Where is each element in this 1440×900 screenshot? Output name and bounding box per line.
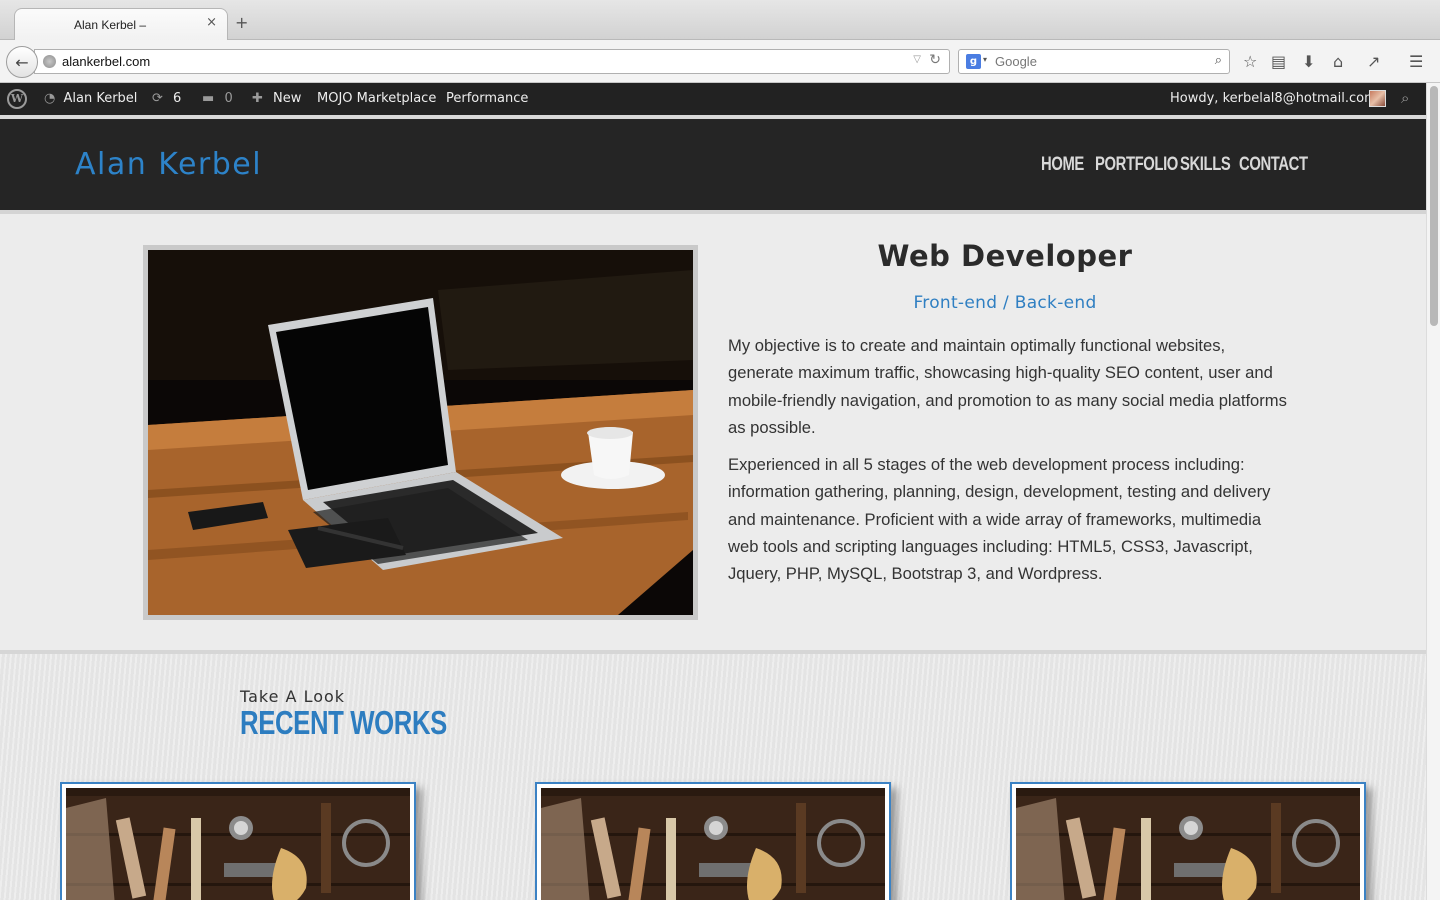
tools-photo	[1016, 788, 1360, 900]
about-subtitle: Front-end / Back-end	[913, 293, 1097, 313]
admin-mojo[interactable]: MOJO Marketplace	[317, 91, 436, 106]
experience-paragraph: Experienced in all 5 stages of the web d…	[728, 455, 1271, 584]
search-icon[interactable]: ⌕	[1401, 89, 1409, 107]
wp-admin-bar: W ◔ Alan Kerbel ⟳ 6 ▬ 0 ✚ New MOJO Marke…	[0, 83, 1426, 115]
page-scrollbar[interactable]	[1426, 83, 1440, 900]
new-tab-button[interactable]: +	[235, 13, 248, 32]
plus-icon: ✚	[252, 91, 263, 106]
about-title: Web Developer	[877, 239, 1133, 273]
recent-works-section: Take A Look RECENT WORKS	[0, 654, 1426, 900]
download-icon[interactable]: ⬇	[1302, 52, 1315, 71]
avatar[interactable]	[1369, 90, 1386, 107]
nav-skills[interactable]: SKILLS	[1180, 154, 1231, 176]
search-bar[interactable]: g ▾ Google ⌕	[958, 49, 1230, 74]
search-icon[interactable]: ⌕	[1215, 53, 1222, 68]
menu-icon[interactable]: ☰	[1409, 52, 1423, 71]
objective-paragraph: My objective is to create and maintain o…	[728, 336, 1287, 437]
site-title[interactable]: Alan Kerbel	[75, 147, 262, 182]
admin-site-name: Alan Kerbel	[63, 91, 138, 106]
comment-icon: ▬	[202, 91, 215, 106]
admin-comments[interactable]: ▬ 0	[202, 91, 233, 106]
wordpress-logo-icon[interactable]: W	[7, 89, 27, 109]
home-icon[interactable]: ⌂	[1333, 52, 1343, 71]
updates-count: 6	[173, 91, 182, 106]
refresh-icon: ⟳	[152, 91, 163, 106]
work-card[interactable]	[1010, 782, 1366, 900]
nav-home[interactable]: HOME	[1041, 154, 1084, 176]
close-icon[interactable]: ×	[206, 15, 217, 30]
about-section: Web Developer Front-end / Back-end My ob…	[0, 214, 1426, 650]
admin-updates[interactable]: ⟳ 6	[152, 91, 181, 106]
tools-photo	[541, 788, 885, 900]
reload-icon[interactable]: ↻	[929, 52, 941, 68]
address-bar[interactable]: alankerbel.com ▽ ↻	[34, 49, 950, 74]
scrollbar-thumb[interactable]	[1430, 86, 1438, 326]
browser-tab-strip: Alan Kerbel – × +	[0, 0, 1440, 41]
browser-toolbar: alankerbel.com ▽ ↻ ← g ▾ Google ⌕ ☆ ▤ ⬇ …	[0, 40, 1440, 83]
bookmarks-list-icon[interactable]: ▤	[1271, 52, 1286, 71]
works-title: RECENT WORKS	[240, 704, 447, 741]
search-input[interactable]: Google	[995, 54, 1037, 69]
globe-icon	[43, 55, 56, 68]
browser-tab[interactable]: Alan Kerbel – ×	[14, 8, 228, 41]
admin-site-link[interactable]: ◔ Alan Kerbel	[44, 91, 137, 106]
chevron-down-icon[interactable]: ▾	[983, 55, 987, 64]
url-text[interactable]: alankerbel.com	[62, 54, 150, 69]
work-card[interactable]	[535, 782, 891, 900]
dashboard-icon: ◔	[44, 91, 56, 106]
laptop-photo	[148, 250, 693, 615]
admin-performance[interactable]: Performance	[446, 91, 528, 106]
admin-new[interactable]: ✚ New	[252, 91, 301, 106]
google-icon[interactable]: g	[966, 54, 981, 69]
tools-photo	[66, 788, 410, 900]
back-button[interactable]: ←	[6, 46, 38, 78]
back-arrow-icon: ←	[15, 52, 29, 72]
tab-title: Alan Kerbel –	[73, 18, 147, 32]
bookmark-star-icon[interactable]: ☆	[1243, 52, 1257, 71]
admin-greeting[interactable]: Howdy, kerbelal8@hotmail.com	[1170, 91, 1377, 106]
work-card[interactable]	[60, 782, 416, 900]
dropdown-arrow-icon[interactable]: ▽	[913, 54, 921, 65]
nav-portfolio[interactable]: PORTFOLIO	[1095, 154, 1178, 176]
admin-new-label: New	[273, 91, 302, 106]
nav-contact[interactable]: CONTACT	[1239, 154, 1308, 176]
site-header: Alan Kerbel HOME PORTFOLIO SKILLS CONTAC…	[0, 115, 1426, 214]
pin-icon[interactable]: ↗	[1367, 52, 1380, 71]
comments-count: 0	[224, 91, 233, 106]
hero-photo-frame	[143, 245, 698, 620]
